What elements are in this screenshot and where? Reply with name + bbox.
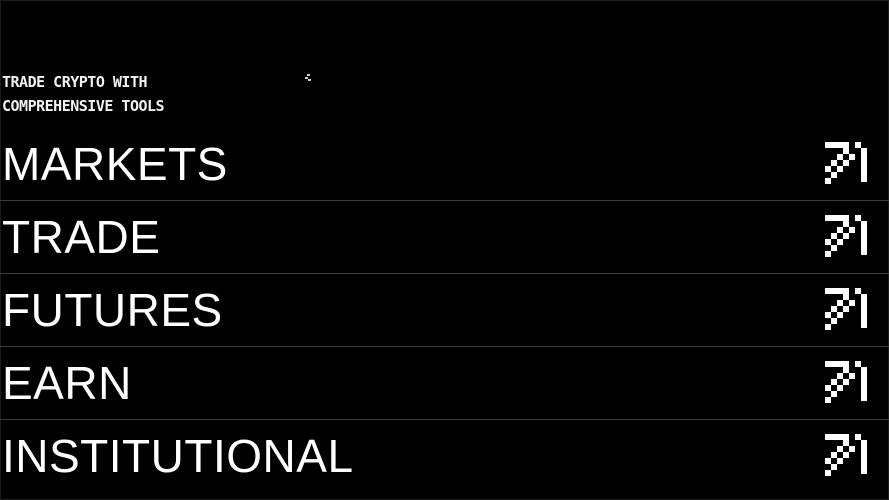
nav-item-label: EARN	[2, 357, 132, 409]
nav-item-earn[interactable]: EARN	[0, 347, 889, 420]
nav-item-label: INSTITUTIONAL	[2, 430, 354, 482]
arrow-up-right-icon	[825, 434, 867, 476]
nav-item-futures[interactable]: FUTURES	[0, 274, 889, 347]
hero-tagline: TRADE CRYPTO WITH COMPREHENSIVE TOOLS	[2, 70, 165, 118]
nav-item-label: FUTURES	[2, 284, 223, 336]
arrow-up-right-icon	[825, 361, 867, 403]
nav-item-institutional[interactable]: INSTITUTIONAL	[0, 420, 889, 493]
arrow-up-right-icon	[825, 288, 867, 330]
nav-item-markets[interactable]: MARKETS	[0, 128, 889, 201]
arrow-up-right-icon	[825, 142, 867, 184]
main-nav-list: MARKETS TRADE FUTURES EARN INSTITUTIONAL	[0, 128, 889, 493]
nav-item-label: MARKETS	[2, 138, 228, 190]
tagline-line-1: TRADE CRYPTO WITH	[2, 73, 148, 91]
nav-item-trade[interactable]: TRADE	[0, 201, 889, 274]
nav-item-label: TRADE	[2, 211, 161, 263]
arrow-up-right-icon	[825, 215, 867, 257]
decorative-speck-icon	[305, 74, 311, 81]
tagline-line-2: COMPREHENSIVE TOOLS	[2, 97, 165, 115]
